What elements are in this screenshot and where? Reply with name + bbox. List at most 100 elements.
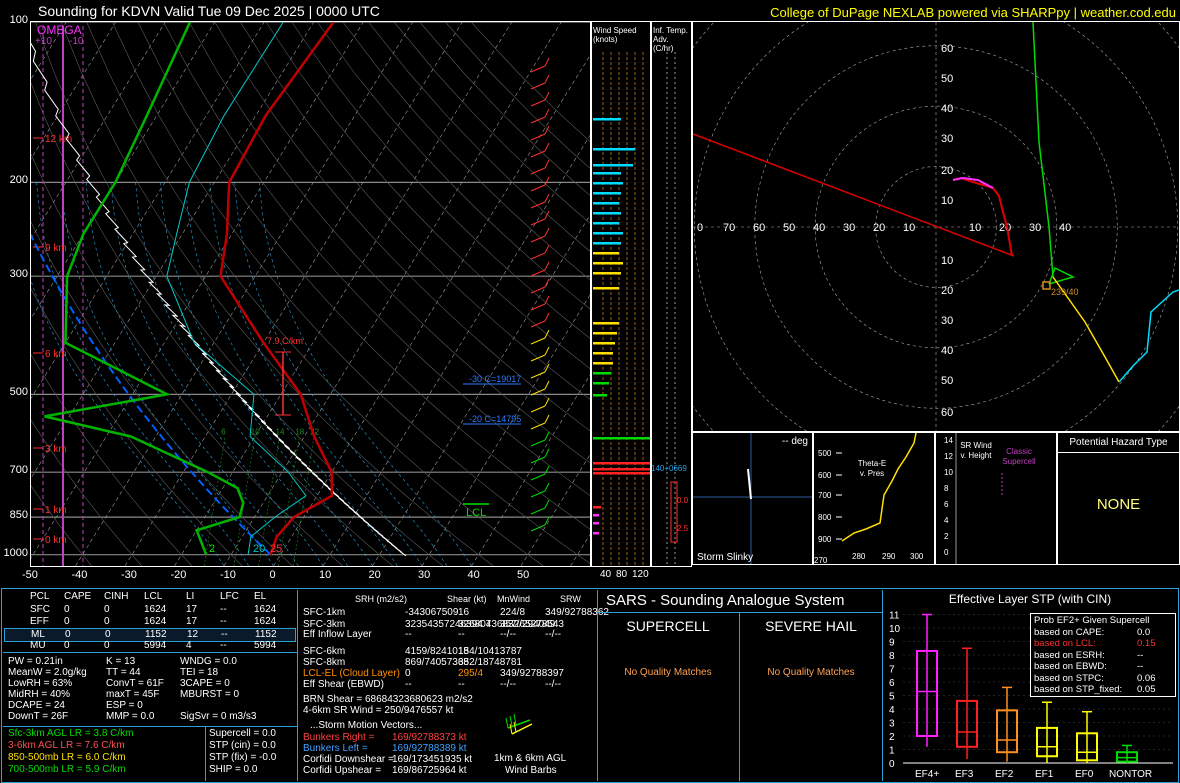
wind-barb (530, 490, 546, 498)
wind-speed-bar (593, 506, 601, 509)
wind-speed-bar (593, 252, 619, 255)
theta-x-label: 300 (910, 552, 924, 561)
hodo-y-label: 20 (941, 165, 953, 177)
kinematics-label: Eff Inflow Layer (303, 629, 372, 640)
storm-motion-label: Corfidi Upshear = (303, 765, 382, 776)
parcel-header: CINH (104, 591, 129, 602)
wind-barb (530, 439, 546, 447)
mixing-ratio-label: 6 (221, 428, 226, 437)
kinematics-value: 295/4 (458, 668, 484, 679)
wind-barb-flag (544, 74, 550, 84)
hodo-cyan-segment (1118, 289, 1179, 383)
kinematics-value: 0 (405, 668, 411, 679)
pressure-label: 1000 (3, 546, 28, 559)
storm-motion-value: 169/86725964 kt (392, 765, 467, 776)
kinematics-value: -- (458, 679, 465, 690)
temperature-label: 10 (319, 569, 332, 581)
stp-y-label: 6 (889, 678, 895, 689)
wind-barb-flag (544, 431, 550, 441)
parcel-cell: 1624 (144, 604, 167, 615)
wind-barb (530, 337, 546, 345)
sfc-dew-label: 2 (209, 543, 215, 555)
slinky-title: -- deg (781, 436, 808, 447)
wind-speed-bar (593, 382, 609, 385)
wind-speed-bar (593, 232, 623, 235)
wind-barb (530, 371, 546, 379)
theta-y-label: 700 (818, 491, 832, 500)
parcel-header: EL (254, 591, 267, 602)
parcel-table: PCL CAPE CINH LCL LI LFC EL SFC 0 0 1624 17 -- 1624 E… (4, 591, 296, 652)
wind-tick-40: 40 (600, 569, 612, 580)
wind-barb (530, 456, 546, 464)
stp-y-label: 9 (889, 638, 895, 649)
index-cell: MidRH = 40% (8, 689, 70, 700)
temperature-label: 50 (517, 569, 530, 581)
stp-y-label: 4 (889, 705, 895, 716)
height-label: 0 km (45, 535, 67, 546)
sfc-wetbulb-label: 20 (253, 543, 265, 555)
dry-adiabat (163, 22, 591, 497)
wind-speed-bar (593, 164, 633, 167)
stp-category-label: EF2 (995, 769, 1014, 780)
kinematics-label: LCL-EL (Cloud Layer) (303, 668, 400, 679)
theta-title: Theta-E v. Pres (857, 459, 887, 478)
kinematics-value: 349/92788397 (500, 668, 564, 679)
dry-adiabat (31, 153, 343, 566)
sars-supercell-title: SUPERCELL (626, 618, 710, 634)
index-cell: maxT = 45F (106, 689, 160, 700)
skewt-panel: 6 10 14 18 22 12 km 9 km 6 km 3 km 1 km 0 km OMEGA +… (30, 21, 592, 567)
storm-motion-value: 169/173451935 kt (392, 754, 473, 765)
hodo-y-label: 50 (941, 375, 953, 387)
sars-hail-title: SEVERE HAIL (765, 618, 857, 634)
wind-barb (530, 184, 546, 192)
parcel-cell: EFF (30, 616, 49, 627)
mixing-ratio-line (233, 436, 256, 566)
wind-barb (530, 218, 546, 226)
kinematics-value: -- (405, 679, 412, 690)
slinky-label: Storm Slinky (697, 552, 754, 563)
kinematics-header: SRH (m2/s2) (355, 594, 408, 604)
wind-speed-bar (593, 362, 613, 365)
kinematics-value: --/-- (545, 679, 562, 690)
index-cell: SigSvr = 0 m3/s3 (180, 711, 257, 722)
isotherm (570, 532, 591, 566)
kinematics-value: --/-- (545, 629, 562, 640)
hodo-y-label: 10 (941, 195, 953, 207)
wind-barb (530, 354, 546, 362)
parcel-cell: 1152 (255, 629, 277, 640)
wind-speed-bar (593, 372, 611, 375)
dry-adiabat (31, 354, 193, 566)
sfc-temp-label: 25 (270, 543, 282, 555)
temperature-label: -10 (220, 569, 236, 581)
parcel-row[interactable]: EFF 0 0 1624 17 -- 1624 (4, 616, 294, 628)
kinematics-value: -- (458, 629, 465, 640)
wind-speed-bar (593, 332, 617, 335)
index-cell: 3CAPE = 0 (180, 678, 230, 689)
wind-barb (530, 65, 546, 73)
index-cell: ESP = 0 (106, 700, 143, 711)
kinematics-value: -- (405, 629, 412, 640)
moist-adiabat (110, 182, 324, 566)
dry-adiabat (31, 419, 143, 566)
isotherm (124, 22, 463, 566)
index-cell: MBURST = 0 (180, 689, 239, 700)
height-label: 9 km (45, 243, 67, 254)
isotherm (31, 22, 166, 240)
kinematics-label: SFC-1km (303, 607, 346, 618)
wind-tick-120: 120 (632, 569, 649, 580)
parcel-cell: 5994 (254, 640, 277, 651)
parcel-cell: 0 (104, 640, 110, 651)
isotherm (520, 452, 591, 566)
stp-y-label: 5 (889, 692, 895, 703)
temperature-label: 30 (418, 569, 431, 581)
parcel-row[interactable]: MU 0 0 5994 4 -- 5994 (4, 640, 294, 652)
lapse-rate: 700-500mb LR = 5.9 C/km (8, 764, 126, 775)
parcel-row[interactable]: SFC 0 0 1624 17 -- 1624 (4, 604, 294, 616)
parcel-cell: 0 (105, 629, 111, 640)
wind-barb (530, 320, 546, 328)
hodo-y-label: 20 (941, 285, 953, 297)
parcel-cell: 1624 (254, 604, 277, 615)
wind-barb-flag (544, 261, 550, 271)
wind-barb-flag (544, 363, 550, 373)
index-cell: K = 13 (106, 656, 136, 667)
